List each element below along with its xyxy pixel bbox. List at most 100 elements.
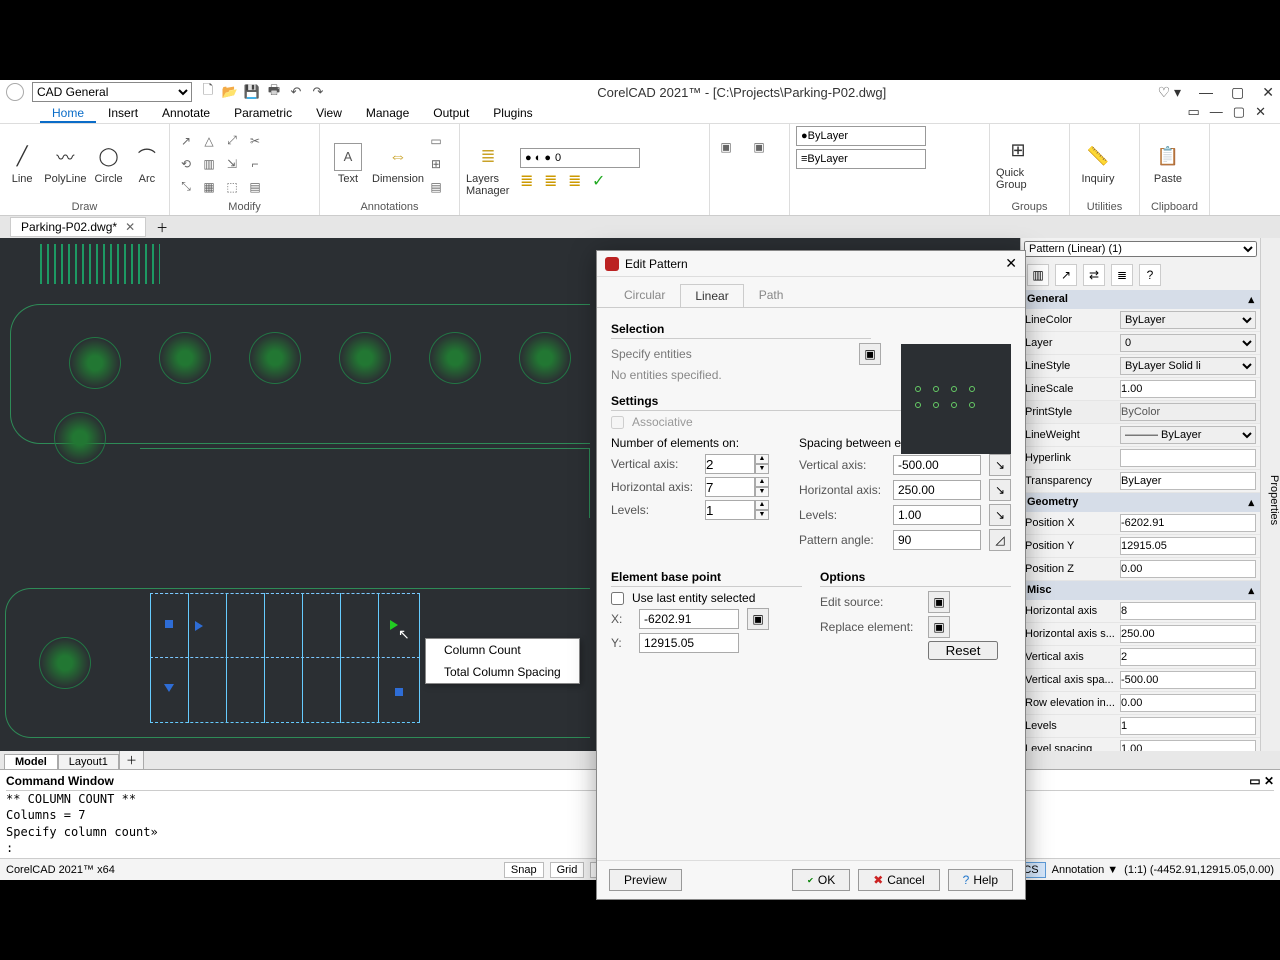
undo-icon[interactable]: ↶ (288, 84, 304, 100)
save-icon[interactable]: 💾 (244, 84, 260, 100)
tab-output[interactable]: Output (421, 104, 481, 123)
annotation-scale[interactable]: Annotation ▼ (1052, 864, 1119, 876)
pick-basepoint[interactable]: ▣ (747, 608, 769, 630)
base-y-input[interactable] (639, 633, 739, 653)
inquiry-button[interactable]: 📏Inquiry (1076, 143, 1120, 185)
base-x-input[interactable] (639, 609, 739, 629)
pick-v-spacing[interactable]: ↘ (989, 454, 1011, 476)
prop-vax[interactable] (1120, 648, 1256, 666)
ribbon-restore-icon[interactable]: ▢ (1233, 104, 1245, 123)
prop-pos-y[interactable] (1120, 537, 1256, 555)
arc-button[interactable]: ⌒Arc (131, 143, 163, 185)
tab-plugins[interactable]: Plugins (481, 104, 544, 123)
grid-toggle[interactable]: Grid (550, 862, 585, 878)
ok-button[interactable]: ✔OK (792, 869, 850, 891)
cancel-button[interactable]: ✖Cancel (858, 869, 939, 891)
dimension-button[interactable]: ⇔Dimension (376, 143, 420, 185)
cmd-close-icon[interactable]: ✕ (1264, 774, 1274, 788)
dialog-tab-linear[interactable]: Linear (680, 284, 743, 308)
spacing-vertical-input[interactable] (893, 455, 981, 475)
prop-hax[interactable] (1120, 602, 1256, 620)
levels-input[interactable] (705, 500, 755, 520)
layer-state-combo[interactable]: ● ◐ ● 0 (520, 148, 640, 168)
collapse-ribbon-icon[interactable]: ▭ (1188, 104, 1200, 123)
circle-button[interactable]: ◯Circle (92, 143, 124, 185)
prop-haxs[interactable] (1120, 625, 1256, 643)
minimize-icon[interactable]: — (1199, 84, 1213, 101)
spacing-levels-input[interactable] (893, 505, 981, 525)
text-button[interactable]: AText (326, 143, 370, 185)
preview-button[interactable]: Preview (609, 869, 682, 891)
pattern-angle-input[interactable] (893, 530, 981, 550)
replace-element-button[interactable]: ▣ (928, 616, 950, 638)
tab-parametric[interactable]: Parametric (222, 104, 304, 123)
prop-tool-4[interactable]: ≣ (1111, 264, 1133, 286)
prop-lev[interactable] (1120, 717, 1256, 735)
prop-tool-1[interactable]: ▥ (1027, 264, 1049, 286)
property-selector[interactable]: Pattern (Linear) (1) (1024, 241, 1257, 257)
close-doc-icon[interactable]: ✕ (125, 220, 135, 234)
prop-hyperlink[interactable] (1120, 449, 1256, 467)
modify-tools[interactable]: ↗△⤢✂ ⟲▥⇲⌐ ⤡▦⬚▤ (176, 131, 265, 197)
prop-linecolor[interactable]: ByLayer (1120, 311, 1256, 329)
help-dropdown-icon[interactable]: ♡ ▾ (1158, 84, 1181, 101)
spacing-horizontal-input[interactable] (893, 480, 981, 500)
tab-manage[interactable]: Manage (354, 104, 421, 123)
layers-manager-button[interactable]: ≣Layers Manager (466, 143, 510, 197)
ribbon-minimize-icon[interactable]: — (1210, 104, 1223, 123)
maximize-icon[interactable]: ▢ (1231, 84, 1244, 101)
use-last-checkbox[interactable] (611, 592, 624, 605)
prop-vaxs[interactable] (1120, 671, 1256, 689)
tab-home[interactable]: Home (40, 104, 96, 123)
context-item-column-count[interactable]: Column Count (426, 639, 579, 661)
layout1-tab[interactable]: Layout1 (58, 754, 119, 769)
ribbon-close-icon[interactable]: ✕ (1255, 104, 1266, 123)
prop-pos-x[interactable] (1120, 514, 1256, 532)
reset-button[interactable]: Reset (928, 641, 998, 660)
prop-help-icon[interactable]: ? (1139, 264, 1161, 286)
line-button[interactable]: ╱Line (6, 143, 38, 185)
add-tab-button[interactable]: ＋ (152, 219, 172, 236)
snap-toggle[interactable]: Snap (504, 862, 544, 878)
add-layout-button[interactable]: ＋ (119, 750, 144, 769)
pick-angle[interactable]: ◿ (989, 529, 1011, 551)
print-icon[interactable]: 🖶 (266, 84, 282, 100)
tab-insert[interactable]: Insert (96, 104, 150, 123)
vertical-axis-input[interactable] (705, 454, 755, 474)
tab-view[interactable]: View (304, 104, 354, 123)
prop-rowel[interactable] (1120, 694, 1256, 712)
edit-source-button[interactable]: ▣ (928, 591, 950, 613)
specify-entities-button[interactable]: ▣ (859, 343, 881, 365)
help-button[interactable]: ?Help (948, 869, 1013, 891)
new-icon[interactable]: 🗋 (200, 84, 216, 100)
properties-sidebar-label[interactable]: Properties (1260, 238, 1280, 751)
polyline-button[interactable]: 〰PolyLine (44, 143, 86, 185)
collapse-icon[interactable]: ▴ (1248, 293, 1254, 306)
pick-lv-spacing[interactable]: ↘ (989, 504, 1011, 526)
prop-linestyle[interactable]: ByLayer Solid li (1120, 357, 1256, 375)
lineweight-combo[interactable]: ≡ ByLayer (796, 149, 926, 169)
open-icon[interactable]: 📂 (222, 84, 238, 100)
document-tab[interactable]: Parking-P02.dwg*✕ (10, 217, 146, 237)
dialog-tab-path[interactable]: Path (744, 283, 799, 307)
prop-tool-3[interactable]: ⇄ (1083, 264, 1105, 286)
close-icon[interactable]: ✕ (1262, 84, 1274, 101)
prop-tool-2[interactable]: ↗ (1055, 264, 1077, 286)
workspace-selector[interactable]: CAD General (32, 82, 192, 102)
prop-lineweight[interactable]: ——— ByLayer (1120, 426, 1256, 444)
cmd-dock-icon[interactable]: ▭ (1249, 774, 1260, 788)
color-combo[interactable]: ● ByLayer (796, 126, 926, 146)
horizontal-axis-input[interactable] (705, 477, 755, 497)
tab-annotate[interactable]: Annotate (150, 104, 222, 123)
prop-layer[interactable]: 0 (1120, 334, 1256, 352)
dialog-close-icon[interactable]: ✕ (1005, 255, 1017, 272)
prop-levsp[interactable] (1120, 740, 1256, 751)
pick-h-spacing[interactable]: ↘ (989, 479, 1011, 501)
quick-group-button[interactable]: ⊞Quick Group (996, 137, 1040, 191)
context-item-total-column-spacing[interactable]: Total Column Spacing (426, 661, 579, 683)
model-space-tab[interactable]: Model (4, 754, 58, 769)
paste-button[interactable]: 📋Paste (1146, 143, 1190, 185)
prop-linescale[interactable] (1120, 380, 1256, 398)
redo-icon[interactable]: ↷ (310, 84, 326, 100)
dialog-tab-circular[interactable]: Circular (609, 283, 680, 307)
